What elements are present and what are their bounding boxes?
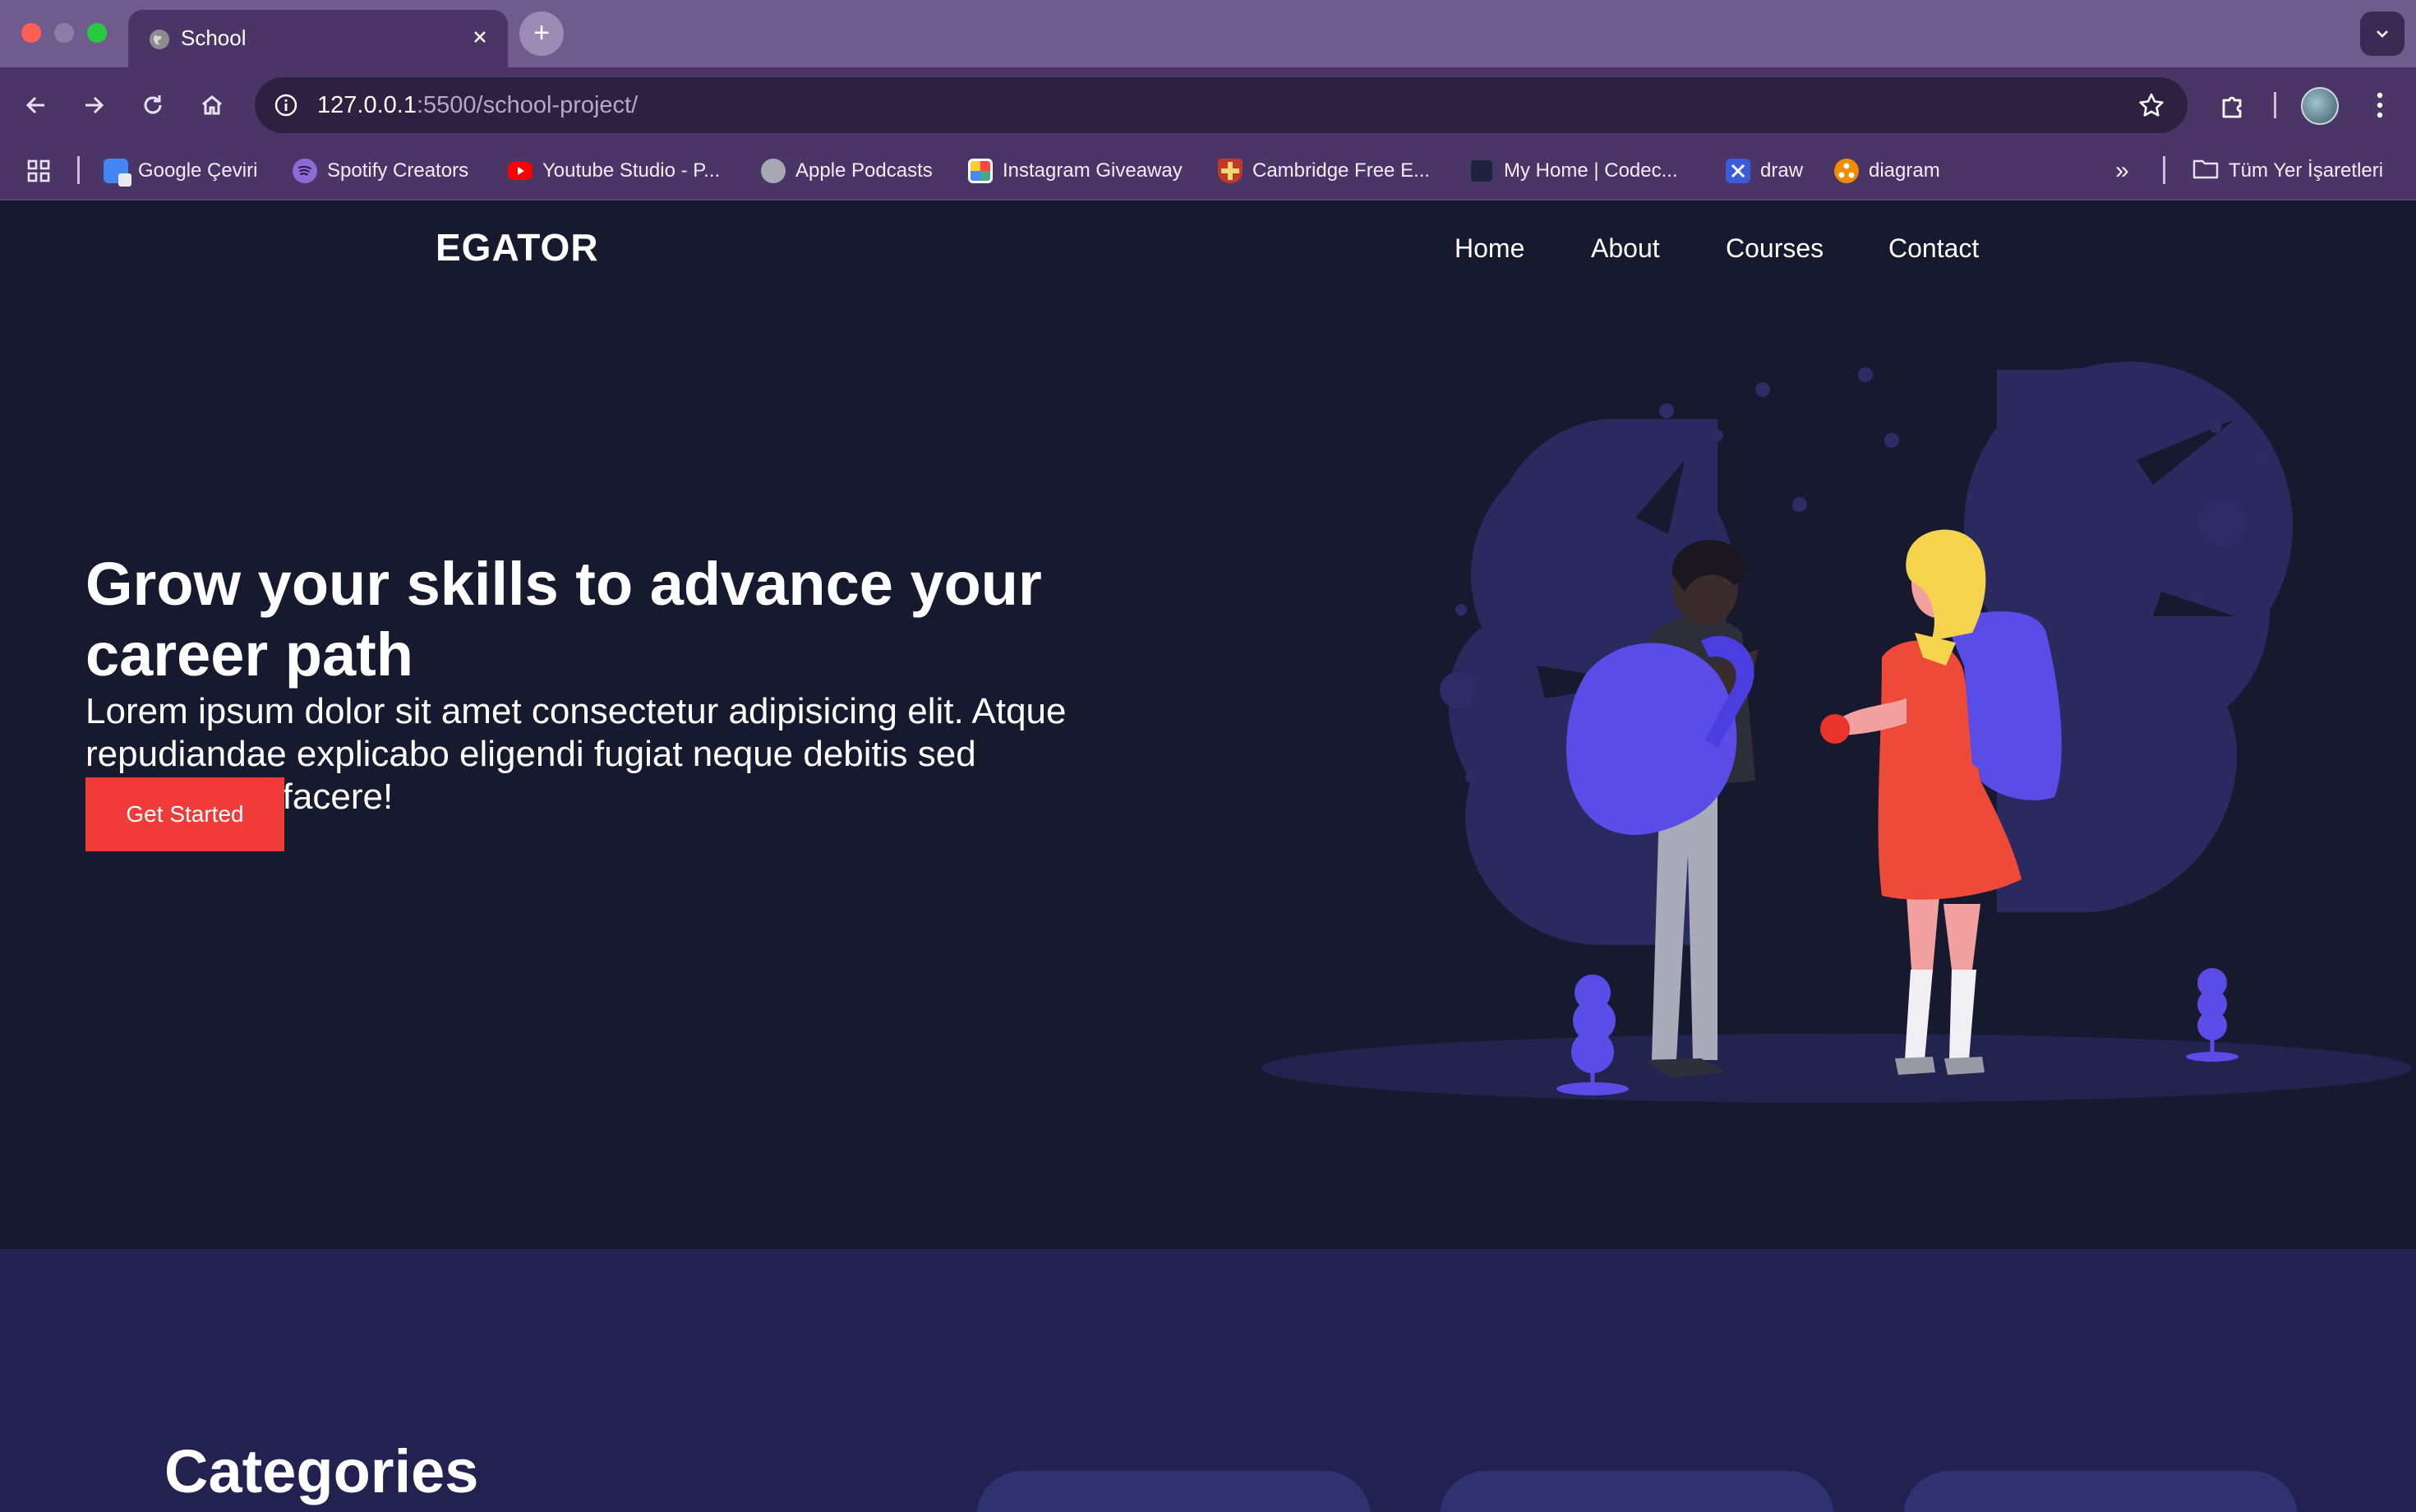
toolbar-divider [2274, 92, 2276, 118]
nav-contact[interactable]: Contact [1888, 233, 1979, 264]
menu-kebab-icon[interactable] [2363, 84, 2396, 127]
get-started-button[interactable]: Get Started [85, 777, 284, 851]
categories-section: Categories [0, 1249, 2416, 1512]
globe-icon [143, 23, 176, 56]
more-bookmarks-button[interactable]: » [2115, 153, 2129, 189]
bookmark-instagram-giveaway[interactable]: Instagram Giveaway [968, 153, 1183, 189]
web-page: EGATOR Home About Courses Contact Grow y… [0, 201, 2416, 1512]
bookmark-label: draw [1760, 159, 1804, 182]
bookmark-star-icon[interactable] [2135, 89, 2168, 122]
folder-icon [2192, 157, 2219, 186]
close-window-button[interactable] [21, 23, 41, 43]
bookmarks-divider [2163, 156, 2165, 184]
url-path: :5500/school-project/ [416, 92, 639, 118]
profile-avatar[interactable] [2301, 87, 2339, 125]
tab-title: School [181, 25, 247, 50]
cambridge-icon [1218, 159, 1243, 183]
bookmarks-bar: Google Çeviri Spotify Creators Youtube S… [0, 141, 2416, 201]
bookmark-draw[interactable]: draw [1726, 153, 1803, 189]
browser-chrome: School + 127.0.0.1:5500/school-project/ [0, 0, 2416, 201]
nav-home[interactable]: Home [1455, 233, 1524, 264]
all-bookmarks-label: Tüm Yer İşaretleri [2229, 159, 2384, 182]
all-bookmarks-folder[interactable]: Tüm Yer İşaretleri [2192, 153, 2383, 189]
tab-search-button[interactable] [2360, 12, 2404, 56]
bookmark-cambridge[interactable]: Cambridge Free E... [1218, 153, 1430, 189]
category-card[interactable] [976, 1471, 1371, 1512]
maximize-window-button[interactable] [87, 23, 107, 43]
close-tab-icon[interactable] [463, 21, 496, 54]
back-arrow-icon[interactable] [15, 84, 58, 127]
bookmark-codecademy[interactable]: My Home | Codec... [1469, 153, 1678, 189]
bookmark-label: Cambridge Free E... [1252, 159, 1431, 182]
bookmark-youtube-studio[interactable]: Youtube Studio - P... [508, 153, 720, 189]
url-text: 127.0.0.1:5500/school-project/ [317, 77, 638, 133]
site-info-icon[interactable] [270, 89, 302, 122]
bookmark-label: My Home | Codec... [1504, 159, 1678, 182]
spotify-icon [293, 159, 317, 183]
bookmark-label: Youtube Studio - P... [542, 159, 721, 182]
reload-icon[interactable] [131, 84, 174, 127]
globe-icon [761, 159, 786, 183]
apps-grid-icon[interactable] [26, 153, 51, 189]
bookmark-spotify-creators[interactable]: Spotify Creators [293, 153, 468, 189]
hero-title: Grow your skills to advance your career … [85, 550, 1042, 689]
bookmark-google-ceviri[interactable]: Google Çeviri [104, 153, 257, 189]
tab-strip: School + [0, 0, 2416, 69]
browser-toolbar: 127.0.0.1:5500/school-project/ [0, 67, 2416, 141]
url-host: 127.0.0.1 [317, 92, 417, 118]
category-card[interactable] [1903, 1471, 2298, 1512]
bookmark-diagram[interactable]: diagram [1834, 153, 1940, 189]
bookmark-label: Apple Podcasts [795, 159, 933, 182]
bookmark-apple-podcasts[interactable]: Apple Podcasts [761, 153, 933, 189]
browser-tab[interactable]: School [128, 10, 508, 69]
bookmark-label: Google Çeviri [138, 159, 258, 182]
nav-about[interactable]: About [1591, 233, 1660, 264]
categories-title: Categories [164, 1437, 479, 1505]
address-bar[interactable]: 127.0.0.1:5500/school-project/ [255, 77, 2188, 133]
codecademy-icon [1469, 159, 1494, 183]
students-illustration [1261, 362, 2412, 1103]
category-card[interactable] [1440, 1471, 1834, 1512]
forward-arrow-icon[interactable] [72, 84, 115, 127]
bookmarks-divider [77, 156, 80, 184]
youtube-icon [508, 162, 533, 180]
extensions-icon[interactable] [2212, 84, 2255, 127]
new-tab-button[interactable]: + [519, 12, 564, 56]
minimize-window-button[interactable] [54, 23, 74, 43]
nav-courses[interactable]: Courses [1726, 233, 1824, 264]
google-translate-icon [104, 159, 131, 187]
bookmark-label: Instagram Giveaway [1003, 159, 1183, 182]
instagram-giveaway-icon [968, 159, 993, 183]
site-logo[interactable]: EGATOR [436, 225, 599, 270]
bookmark-label: diagram [1869, 159, 1940, 182]
home-icon[interactable] [191, 84, 233, 127]
drawio-icon [1726, 159, 1750, 183]
hero-section: EGATOR Home About Courses Contact Grow y… [0, 201, 2416, 1249]
bookmark-label: Spotify Creators [327, 159, 469, 182]
diagram-icon [1834, 159, 1859, 183]
